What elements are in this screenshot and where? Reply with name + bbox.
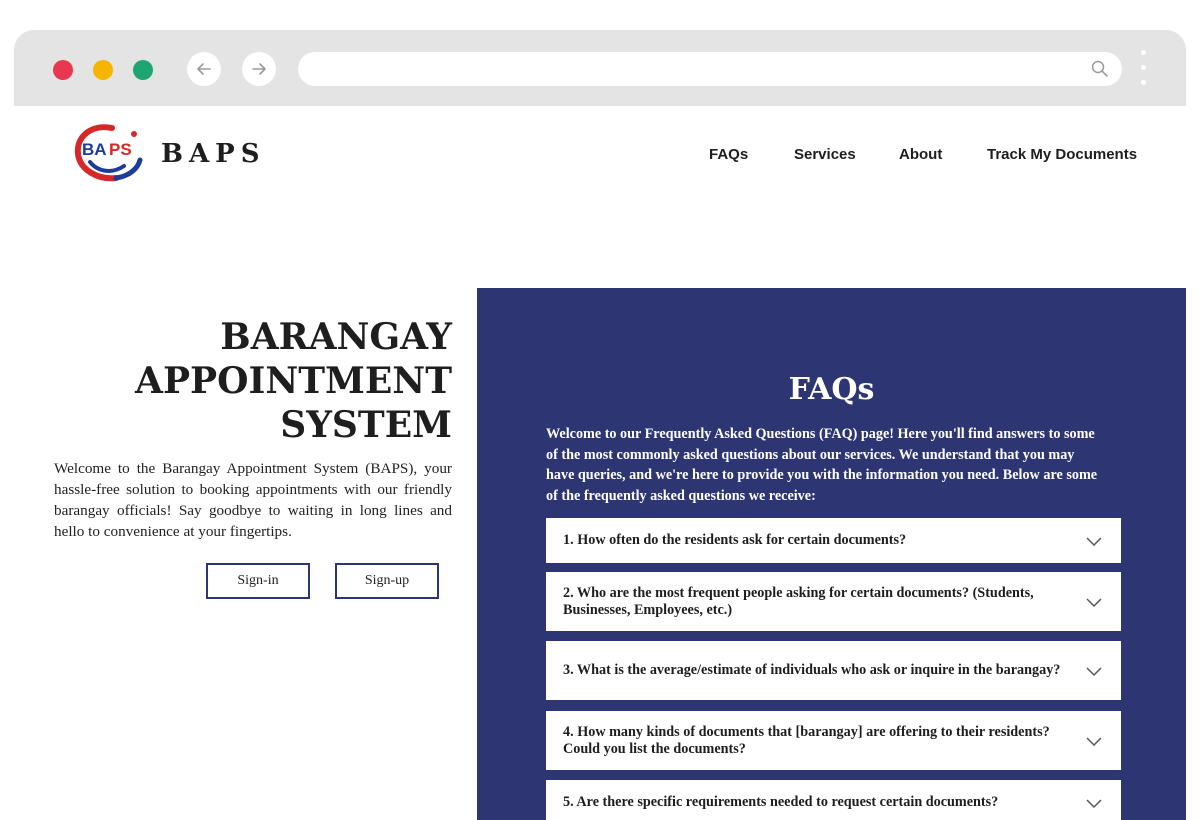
nav-track-my-documents[interactable]: Track My Documents [987, 146, 1137, 163]
faq-panel: FAQs Welcome to our Frequently Asked Que… [477, 288, 1186, 820]
faq-item-5[interactable]: 5. Are there specific requirements neede… [546, 780, 1121, 820]
hero-title: BARANGAY APPOINTMENT SYSTEM [54, 315, 452, 447]
back-arrow-icon [197, 63, 211, 75]
faq-question: 1. How often do the residents ask for ce… [563, 532, 907, 548]
svg-text:PS: PS [109, 140, 132, 159]
browser-toolbar [14, 30, 1186, 106]
back-button[interactable] [187, 52, 221, 86]
faq-item-1[interactable]: 1. How often do the residents ask for ce… [546, 518, 1121, 563]
chevron-down-icon[interactable] [1085, 596, 1103, 608]
faq-question: 3. What is the average/estimate of indiv… [563, 662, 1061, 678]
address-bar[interactable] [298, 52, 1122, 86]
forward-arrow-icon [252, 63, 266, 75]
chevron-down-icon[interactable] [1085, 797, 1103, 809]
browser-window: BA PS BAPS FAQs Services About Track My … [14, 30, 1186, 820]
nav-services[interactable]: Services [794, 146, 856, 163]
hero-description: Welcome to the Barangay Appointment Syst… [54, 460, 452, 540]
site-header: BA PS BAPS FAQs Services About Track My … [14, 106, 1186, 206]
forward-button[interactable] [242, 52, 276, 86]
faq-item-3[interactable]: 3. What is the average/estimate of indiv… [546, 641, 1121, 700]
nav-about[interactable]: About [899, 146, 942, 163]
sign-up-button[interactable]: Sign-up [335, 563, 439, 599]
sign-in-button[interactable]: Sign-in [206, 563, 310, 599]
nav-faqs[interactable]: FAQs [709, 146, 748, 163]
minimize-window-button[interactable] [93, 60, 113, 80]
faq-question: 5. Are there specific requirements neede… [563, 794, 999, 810]
svg-text:BA: BA [82, 140, 107, 159]
chevron-down-icon[interactable] [1085, 535, 1103, 547]
chevron-down-icon[interactable] [1085, 665, 1103, 677]
faq-question: 2. Who are the most frequent people aski… [563, 584, 1034, 618]
search-icon[interactable] [1090, 59, 1110, 79]
hero-title-line: SYSTEM [280, 404, 452, 446]
close-window-button[interactable] [53, 60, 73, 80]
hero-title-line: APPOINTMENT [135, 360, 452, 402]
baps-logo[interactable]: BA PS [72, 122, 152, 184]
chevron-down-icon[interactable] [1085, 735, 1103, 747]
faq-title: FAQs [788, 372, 875, 407]
maximize-window-button[interactable] [133, 60, 153, 80]
faq-intro: Welcome to our Frequently Asked Question… [546, 426, 1098, 504]
more-icon[interactable] [1138, 50, 1148, 90]
faq-question: 4. How many kinds of documents that [bar… [563, 723, 1050, 757]
faq-item-2[interactable]: 2. Who are the most frequent people aski… [546, 572, 1121, 631]
brand-name[interactable]: BAPS [161, 139, 265, 169]
faq-item-4[interactable]: 4. How many kinds of documents that [bar… [546, 711, 1121, 770]
hero-title-line: BARANGAY [220, 316, 452, 358]
